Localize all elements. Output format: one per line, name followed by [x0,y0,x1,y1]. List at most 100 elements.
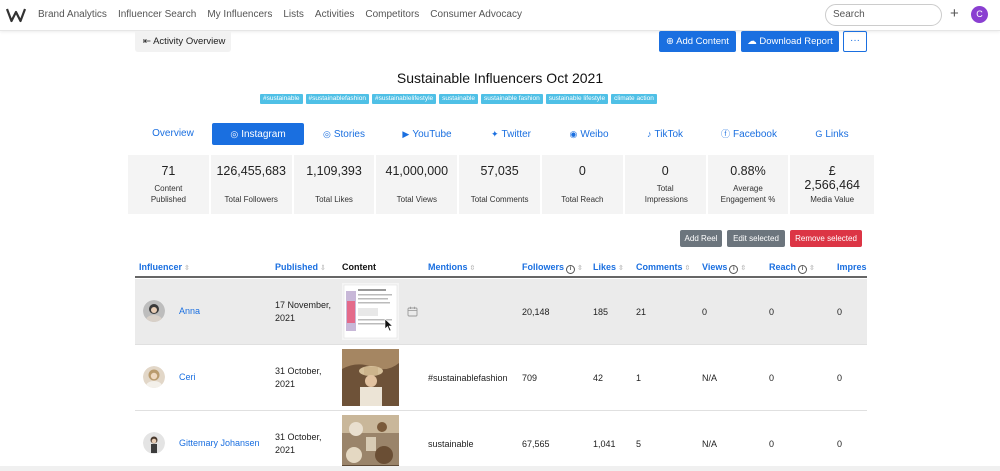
nav-my-influencers[interactable]: My Influencers [207,9,272,20]
tab-label: Weibo [580,129,609,140]
edit-selected-button[interactable]: Edit selected [727,230,785,247]
user-avatar[interactable]: C [971,6,988,23]
column-header-impressions[interactable]: Impres [837,262,867,272]
likes-cell: 185 [593,307,609,317]
back-arrow-icon: ⇤ [143,36,151,47]
views-cell: 0 [702,307,708,317]
stat-label: Total Followers [224,195,278,204]
published-year-line: 2021 [275,313,296,323]
followers-cell: 67,565 [522,439,550,449]
content-thumbnail[interactable] [342,415,399,471]
info-icon[interactable]: i [729,265,739,274]
tag: climate action [611,94,657,104]
stat-total-likes: 1,109,393 Total Likes [293,155,375,214]
header-label: Likes [593,262,617,272]
nav-brand-analytics[interactable]: Brand Analytics [38,9,107,20]
nav-activities[interactable]: Activities [315,9,354,20]
nav-consumer-advocacy[interactable]: Consumer Advocacy [430,9,522,20]
info-icon[interactable]: i [798,265,808,274]
column-header-likes[interactable]: Likes ⇳ [593,262,624,272]
plus-circle-icon: ⊕ [666,36,674,47]
more-options-button[interactable]: ··· [843,31,867,52]
twitter-icon: ✦ [491,129,499,139]
horizontal-scrollbar[interactable] [0,466,1000,471]
sort-icon: ⇳ [809,265,815,272]
followers-cell: 709 [522,373,538,383]
add-reel-button[interactable]: Add Reel [680,230,722,247]
download-report-button[interactable]: ☁ Download Report [741,31,839,52]
views-cell: N/A [702,439,718,449]
stat-total-views: 41,000,000 Total Views [376,155,458,214]
header-label: Published [275,262,319,272]
nav-influencer-search[interactable]: Influencer Search [118,9,196,20]
add-icon[interactable]: + [950,6,959,22]
header-label: Content [342,262,376,272]
stat-value: 57,035 [480,164,519,178]
search-input[interactable]: Search [825,4,942,26]
column-header-views[interactable]: Views i ⇳ [702,262,746,274]
influencer-name-link[interactable]: Anna [179,306,200,316]
table-row[interactable]: Anna 17 November, 2021 20,148 185 21 0 0… [135,279,867,345]
comments-cell: 21 [636,307,647,317]
tab-twitter[interactable]: ✦ Twitter [486,123,536,145]
table-row[interactable]: Gittemary Johansen 31 October, 2021 sust… [135,411,867,471]
sort-icon: ⇳ [684,265,691,272]
stat-label: Total Likes [315,195,353,204]
tab-overview[interactable]: Overview [147,123,199,145]
tab-weibo[interactable]: ◉ Weibo [567,123,611,145]
tab-links[interactable]: G Links [812,123,852,145]
header-label: Mentions [428,262,468,272]
nav-competitors[interactable]: Competitors [365,9,419,20]
mentions-cell: sustainable [428,439,474,449]
add-content-button[interactable]: ⊕ Add Content [659,31,736,52]
tab-tiktok[interactable]: ♪ TikTok [643,123,687,145]
column-header-comments[interactable]: Comments ⇳ [636,262,690,272]
stat-label: Content Published [150,184,186,204]
header-label: Comments [636,262,683,272]
facebook-icon: ⓕ [721,129,731,139]
tab-instagram[interactable]: ◎ Instagram [212,123,304,145]
nav-lists[interactable]: Lists [283,9,304,20]
stat-label: Media Value [810,195,855,204]
table-header: Influencer ⇳ Published ⇩ Content Mentions ⇳… [135,257,867,278]
influencer-name-link[interactable]: Ceri [179,372,196,382]
influencer-name-link[interactable]: Gittemary Johansen [179,438,260,448]
back-to-activity-overview-button[interactable]: ⇤ Activity Overview [135,31,231,52]
views-cell: N/A [702,373,718,383]
tag: #sustainablelifestyle [371,94,437,104]
content-thumbnail[interactable] [342,283,399,340]
stat-value: 0.88% [730,164,766,178]
influencer-avatar[interactable] [143,300,165,322]
column-header-mentions[interactable]: Mentions ⇳ [428,262,475,272]
tab-label: TikTok [654,129,684,140]
brand-logo[interactable] [6,7,26,23]
comments-cell: 1 [636,373,642,383]
column-header-followers[interactable]: Followers i ⇳ [522,262,583,274]
mentions-cell: #sustainablefashion [428,373,508,383]
platform-tabs: Overview ◎ Instagram ◎ Stories ▶ YouTube ✦ T… [131,123,871,145]
influencer-avatar[interactable] [143,432,165,454]
published-year-line: 2021 [275,445,296,455]
tab-youtube[interactable]: ▶ YouTube [399,123,455,145]
published-date: 31 October, 2021 [275,365,322,391]
remove-selected-button[interactable]: Remove selected [790,230,862,247]
impressions-cell: 0 [837,373,843,383]
sort-icon: ⇳ [740,265,747,272]
tab-label: Instagram [241,129,286,140]
influencer-avatar[interactable] [143,366,165,388]
calendar-icon[interactable] [407,306,418,317]
tab-stories[interactable]: ◎ Stories [319,123,369,145]
tag: sustainable lifestyle [545,94,609,104]
column-header-reach[interactable]: Reach i ⇳ [769,262,815,274]
content-thumbnail[interactable] [342,349,399,406]
info-icon[interactable]: i [566,265,576,274]
stat-content-published: 71 Content Published [128,155,209,214]
followers-cell: 20,148 [522,307,550,317]
tab-facebook[interactable]: ⓕ Facebook [721,123,777,145]
sort-icon: ⇳ [618,265,624,272]
stat-total-reach: 0 Total Reach [541,155,623,214]
tab-label: Stories [333,129,365,140]
table-row[interactable]: Ceri 31 October, 2021 #sustainablefashio… [135,345,867,411]
column-header-published[interactable]: Published ⇩ [275,262,326,272]
column-header-influencer[interactable]: Influencer ⇳ [139,262,190,272]
